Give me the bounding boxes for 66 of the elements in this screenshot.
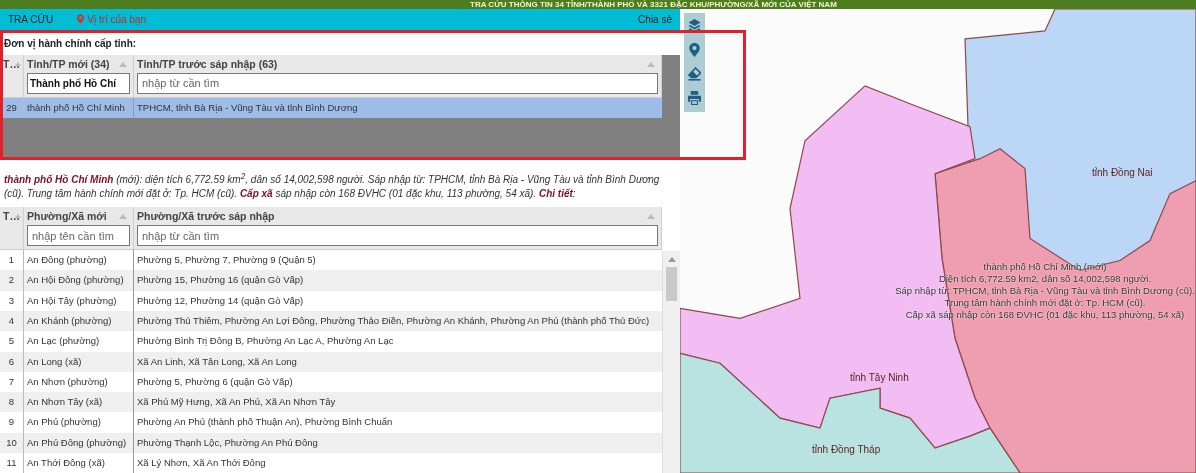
table-cell-text: Phường Thạnh Lộc, Phường An Phú Đông: [136, 435, 319, 450]
layers-icon: [688, 18, 701, 33]
table-cell-text: Phường Bình Trị Đông B, Phường An Lạc A, Phường An Lạc: [136, 334, 395, 349]
sort-icon[interactable]: [15, 214, 21, 218]
table-cell-text: Phường 15, Phường 16 (quận Gò Vấp): [136, 273, 305, 288]
scrollbar[interactable]: [662, 251, 680, 473]
table-cell-text: TPHCM, tỉnh Bà Rịa - Vũng Tàu và tỉnh Bình Dương: [136, 100, 359, 115]
column-header[interactable]: T…: [3, 209, 20, 224]
table-cell: 2: [0, 270, 24, 291]
map[interactable]: [680, 9, 1196, 473]
map-label: tỉnh Tây Ninh: [850, 372, 909, 383]
column-header[interactable]: Tỉnh/TP mới (34): [27, 56, 110, 72]
page-title: TRA CỨU THÔNG TIN 34 TỈNH/THÀNH PHỐ VÀ 3321 ĐẶC KHU/PHƯỜNG/XÃ MỚI CỦA VIỆT NAM: [470, 0, 837, 9]
table-cell: 9: [0, 412, 24, 433]
info-text: Trung tâm hành chính mới đặt ở: Tp. HCM (cũ).: [944, 297, 1146, 309]
table-cell-text: Phường Thủ Thiêm, Phường An Lợi Đông, Phường Thảo Điền, Phường An Khánh, Phường An Phú (thành phố Thủ Đức): [136, 313, 651, 328]
print-icon: [688, 90, 701, 105]
summary-text: thành phố Hồ Chí Minh (mới): diện tích 6,772.59 km$^{2}$, dân số 14,002,598 người. Sáp nhập từ: TPHCM, tỉnh Bà Rịa - Vũng Tàu và tỉnh Bình Dương (cũ). Trung tâm hành chính mới đặt ở: Tp. HCM (cũ). Cấp xã sáp nhập còn 168 ĐVHC (01 đặc khu, 113 phường, 54 xã). Chi tiết:: [3, 169, 661, 201]
table-cell: An Phú (phường): [24, 412, 134, 433]
filter-field[interactable]: nhập từ cần tìm: [137, 225, 658, 246]
column-header[interactable]: Phường/Xã mới: [27, 209, 107, 224]
table-cell-text: Phường An Phú (thành phố Thuận An), Phường Bình Chuẩn: [136, 415, 394, 430]
table-cell: 11: [0, 453, 24, 473]
table-cell: An Hội Tây (phường): [24, 290, 134, 311]
sort-icon[interactable]: [647, 61, 655, 67]
filter-field[interactable]: Thành phố Hồ Chí: [27, 72, 130, 94]
table-cell-text: Phường 12, Phường 14 (quận Gò Vấp): [136, 293, 305, 308]
table-row[interactable]: 29 thành phố Hồ Chí Minh TPHCM, tỉnh Bà Rịa - Vũng Tàu và tỉnh Bình Dương: [0, 97, 662, 118]
column-header[interactable]: Phường/Xã trước sáp nhập: [137, 209, 275, 224]
nav-link[interactable]: TRA CỨU: [8, 13, 54, 25]
table-cell: 6: [0, 351, 24, 372]
eraser-icon: [688, 66, 701, 81]
map-label: tỉnh Đồng Nai: [1092, 167, 1153, 178]
filter-field[interactable]: nhập từ cần tìm: [137, 72, 658, 94]
location-pin-icon: [77, 14, 85, 25]
column-header[interactable]: T…: [3, 56, 20, 72]
table-cell-text: Phường 5, Phường 6 (quận Gò Vấp): [136, 374, 294, 389]
column-header[interactable]: Tỉnh/TP trước sáp nhập (63): [137, 56, 278, 72]
table-cell: 10: [0, 432, 24, 453]
table-cell: An Hội Đông (phường): [24, 270, 134, 291]
table-row[interactable]: 6 An Long (xã) Xã An Linh, Xã Tân Long, Xã An Long: [0, 351, 662, 372]
table-cell: thành phố Hồ Chí Minh: [24, 97, 134, 118]
table-cell: An Long (xã): [24, 351, 134, 372]
share-link[interactable]: Chia sẻ: [638, 13, 672, 25]
sort-icon[interactable]: [119, 214, 127, 219]
table-row[interactable]: 4 An Khánh (phường) Phường Thủ Thiêm, Phường An Lợi Đông, Phường Thảo Điền, Phường An Khánh, Phường An Phú (thành phố Thủ Đức): [0, 310, 662, 332]
info-text: Diện tích 6,772.59 km2, dân số 14,002,598 người.: [938, 273, 1152, 285]
table-cell: 5: [0, 331, 24, 352]
table-cell-text: Xã Lý Nhơn, Xã An Thới Đông: [136, 456, 267, 470]
section-title: Đơn vị hành chính cấp tỉnh:: [3, 36, 138, 52]
sort-icon[interactable]: [15, 61, 21, 66]
table-cell-text: Xã An Linh, Xã Tân Long, Xã An Long: [136, 354, 298, 369]
table-row[interactable]: 2 An Hội Đông (phường) Phường 15, Phường 16 (quận Gò Vấp): [0, 270, 662, 291]
table-cell-text: Xã Phú Mỹ Hưng, Xã An Phú, Xã An Nhơn Tây: [136, 395, 337, 410]
location-pin-icon: [688, 42, 701, 57]
filter-field[interactable]: nhập tên cần tìm: [27, 225, 130, 246]
table-cell: An Lạc (phường): [24, 331, 134, 352]
table-cell-text: Phường 5, Phường 7, Phường 9 (Quận 5): [136, 253, 317, 267]
table-cell: 3: [0, 290, 24, 311]
map-label: tỉnh Đồng Tháp: [812, 444, 881, 455]
table-row[interactable]: 10 An Phú Đông (phường) Phường Thạnh Lộc, Phường An Phú Đông: [0, 432, 662, 453]
table-cell: An Thới Đông (xã): [24, 453, 134, 473]
sort-icon[interactable]: [647, 214, 655, 219]
sort-icon[interactable]: [119, 61, 127, 67]
table-row[interactable]: 8 An Nhơn Tây (xã) Xã Phú Mỹ Hưng, Xã An Phú, Xã An Nhơn Tây: [0, 392, 662, 413]
table-cell: An Phú Đông (phường): [24, 432, 134, 453]
